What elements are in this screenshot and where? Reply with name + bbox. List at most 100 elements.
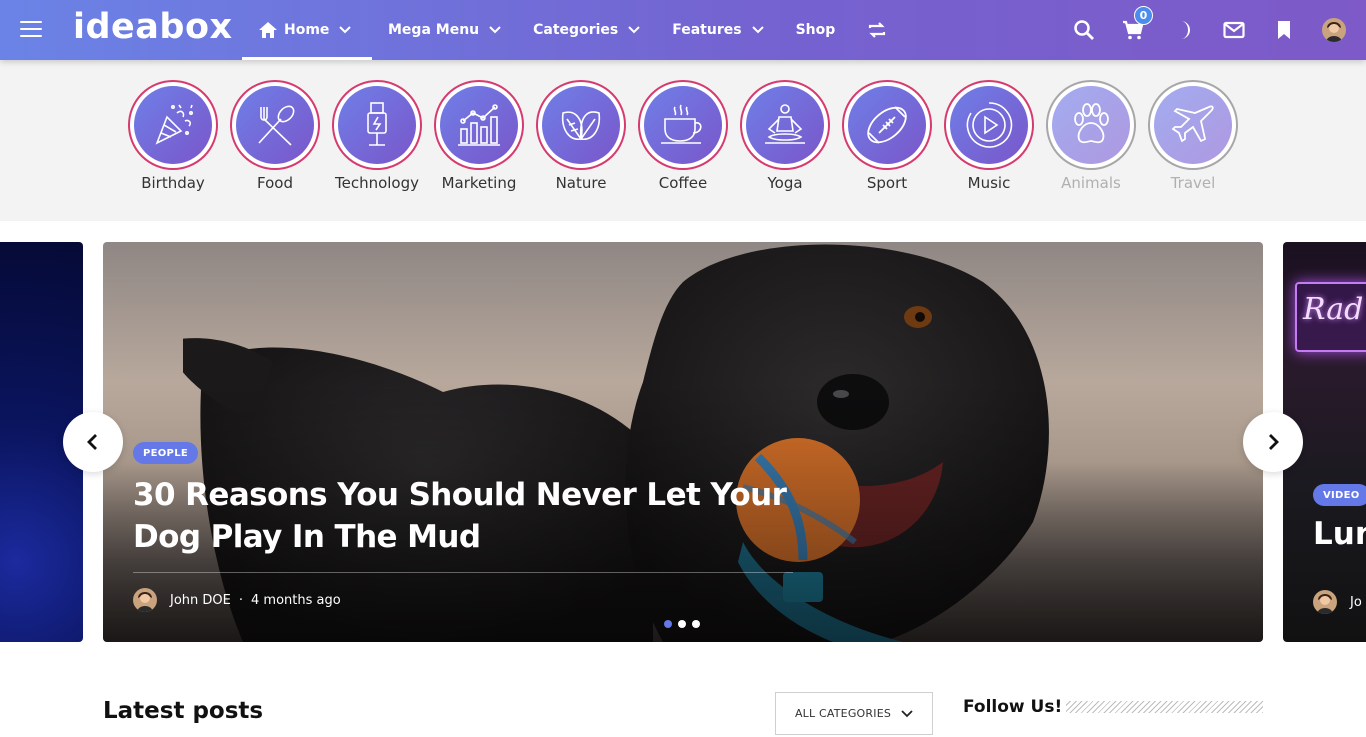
party-popper-icon	[155, 104, 193, 145]
latest-posts-heading: Latest posts	[103, 698, 264, 724]
nav-item-mega-menu[interactable]: Mega Menu	[372, 0, 517, 60]
category-icon-bg	[950, 86, 1028, 164]
category-label: Yoga	[767, 174, 803, 192]
chevron-right-icon	[1269, 434, 1279, 450]
football-icon	[867, 106, 907, 144]
slide-title[interactable]: 30 Reasons You Should Never Let Your Dog…	[133, 474, 833, 558]
menu-icon[interactable]	[20, 21, 42, 39]
category-ring	[434, 80, 524, 170]
category-coffee[interactable]: Coffee	[637, 80, 729, 192]
bookmark-icon[interactable]	[1272, 18, 1296, 42]
site-logo[interactable]: ideabox	[73, 7, 233, 47]
category-icon-bg	[236, 86, 314, 164]
mail-icon[interactable]	[1222, 18, 1246, 42]
category-music[interactable]: Music	[943, 80, 1035, 192]
category-label: Animals	[1061, 174, 1121, 192]
category-label: Nature	[555, 174, 607, 192]
category-label: Travel	[1170, 174, 1216, 192]
slider-prev-button[interactable]	[63, 412, 123, 472]
category-ring	[230, 80, 320, 170]
author-avatar[interactable]	[133, 588, 157, 612]
leaves-icon	[561, 111, 601, 140]
category-label: Music	[967, 174, 1011, 192]
category-filter-dropdown[interactable]: ALL CATEGORIES	[775, 692, 933, 735]
category-ring	[332, 80, 422, 170]
slide-title[interactable]: Lun	[1313, 516, 1366, 552]
category-label: Technology	[334, 174, 420, 192]
category-yoga[interactable]: Yoga	[739, 80, 831, 192]
pagination-dot-2[interactable]	[678, 620, 686, 628]
post-time: 4 months ago	[251, 592, 341, 608]
main-nav: Home Mega Menu Categories Features Shop	[242, 0, 903, 60]
heading-decoration	[1066, 701, 1263, 713]
top-navbar: ideabox Home Mega Menu Categories Featur…	[0, 0, 1366, 60]
category-sport[interactable]: Sport	[841, 80, 933, 192]
follow-us-heading: Follow Us!	[963, 697, 1063, 717]
post-meta: John DOE · 4 months ago	[133, 588, 341, 612]
nav-item-categories[interactable]: Categories	[517, 0, 656, 60]
category-icon-bg	[1154, 86, 1232, 164]
user-avatar[interactable]	[1322, 18, 1346, 42]
category-technology[interactable]: Technology	[331, 80, 423, 192]
nav-label: Home	[284, 22, 330, 38]
nav-label: Features	[672, 22, 742, 38]
chevron-down-icon	[489, 26, 501, 34]
dark-mode-icon[interactable]	[1172, 18, 1196, 42]
category-label: Sport	[866, 174, 908, 192]
category-ring	[1148, 80, 1238, 170]
divider	[133, 572, 793, 573]
shuffle-button[interactable]	[851, 0, 903, 60]
featured-slide[interactable]: PEOPLE 30 Reasons You Should Never Let Y…	[103, 242, 1263, 642]
nav-item-shop[interactable]: Shop	[780, 0, 852, 60]
airplane-icon	[1171, 105, 1214, 143]
category-strip: Birthday Food Technology Marketing Natur…	[0, 60, 1366, 221]
cart-count-badge: 0	[1134, 6, 1153, 25]
category-icon-bg	[746, 86, 824, 164]
category-icon-bg	[1052, 86, 1130, 164]
search-icon[interactable]	[1072, 18, 1096, 42]
play-circle-icon	[966, 102, 1013, 148]
paw-icon	[1074, 103, 1109, 144]
category-ring	[842, 80, 932, 170]
category-icon-bg	[134, 86, 212, 164]
author-name[interactable]: John DOE	[170, 593, 231, 608]
nav-item-features[interactable]: Features	[656, 0, 779, 60]
author-name[interactable]: Jo	[1350, 595, 1362, 610]
category-travel[interactable]: Travel	[1147, 80, 1239, 192]
dropdown-label: ALL CATEGORIES	[794, 707, 892, 720]
home-icon	[259, 22, 277, 38]
category-marketing[interactable]: Marketing	[433, 80, 525, 192]
slide-overlay	[103, 242, 1263, 642]
chevron-down-icon	[901, 709, 913, 717]
meditation-icon	[765, 104, 805, 144]
pagination-dot-1[interactable]	[664, 620, 672, 628]
category-icon-bg	[338, 86, 416, 164]
category-food[interactable]: Food	[229, 80, 321, 192]
nav-label: Categories	[533, 22, 619, 38]
pagination-dot-3[interactable]	[692, 620, 700, 628]
post-meta: Jo	[1313, 590, 1362, 614]
author-avatar[interactable]	[1313, 590, 1337, 614]
meta-separator: ·	[238, 592, 243, 608]
category-badge[interactable]: VIDEO	[1313, 484, 1366, 506]
category-icon-bg	[542, 86, 620, 164]
category-animals[interactable]: Animals	[1045, 80, 1137, 192]
chevron-left-icon	[87, 434, 97, 450]
category-ring	[638, 80, 728, 170]
category-ring	[128, 80, 218, 170]
category-ring	[944, 80, 1034, 170]
category-badge[interactable]: PEOPLE	[133, 442, 198, 464]
category-birthday[interactable]: Birthday	[127, 80, 219, 192]
category-label: Marketing	[441, 174, 517, 192]
category-ring	[740, 80, 830, 170]
slider-pagination	[664, 620, 700, 628]
category-label: Birthday	[141, 174, 205, 192]
nav-label: Shop	[795, 22, 836, 38]
nav-item-home[interactable]: Home	[242, 0, 372, 60]
shuffle-icon	[869, 22, 886, 38]
category-nature[interactable]: Nature	[535, 80, 627, 192]
neon-sign-text: Rad	[1303, 292, 1364, 327]
slider-next-button[interactable]	[1243, 412, 1303, 472]
growth-chart-icon	[458, 104, 500, 146]
category-icon-bg	[440, 86, 518, 164]
